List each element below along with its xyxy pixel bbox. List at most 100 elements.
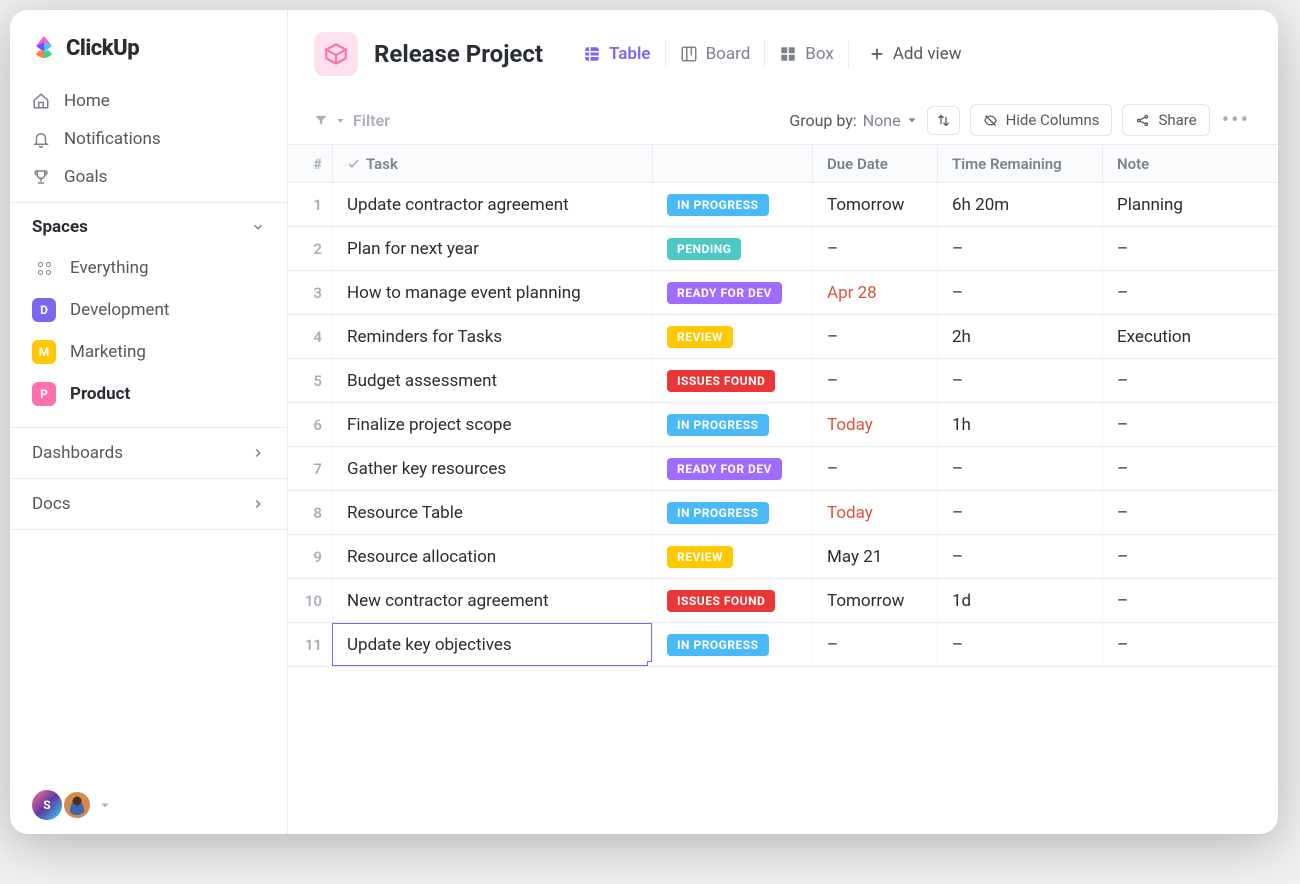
group-by-value: None	[863, 111, 901, 130]
task-name-cell[interactable]: Reminders for Tasks	[332, 315, 652, 358]
col-status[interactable]	[652, 145, 812, 182]
space-development[interactable]: D Development	[10, 289, 287, 331]
note-cell[interactable]: –	[1102, 623, 1278, 666]
tab-table-label: Table	[609, 44, 651, 64]
hide-columns-button[interactable]: Hide Columns	[970, 104, 1113, 136]
status-cell[interactable]: IN PROGRESS	[652, 623, 812, 666]
task-name-cell[interactable]: Budget assessment	[332, 359, 652, 402]
due-date-cell[interactable]: –	[812, 359, 937, 402]
spaces-header[interactable]: Spaces	[10, 202, 287, 247]
task-name-cell[interactable]: Gather key resources	[332, 447, 652, 490]
note-cell[interactable]: –	[1102, 447, 1278, 490]
filter-button[interactable]: Filter	[314, 111, 390, 130]
sort-button[interactable]	[927, 106, 960, 135]
due-date-cell[interactable]: –	[812, 447, 937, 490]
table-row[interactable]: 5Budget assessmentISSUES FOUND–––	[288, 359, 1278, 403]
table-row[interactable]: 4Reminders for TasksREVIEW–2hExecution	[288, 315, 1278, 359]
time-remaining-cell[interactable]: –	[937, 491, 1102, 534]
space-everything[interactable]: Everything	[10, 247, 287, 289]
project-icon[interactable]	[314, 32, 358, 76]
due-date-cell[interactable]: Tomorrow	[812, 183, 937, 226]
space-everything-label: Everything	[70, 258, 149, 278]
nav-dashboards[interactable]: Dashboards	[10, 427, 287, 478]
task-name-cell[interactable]: How to manage event planning	[332, 271, 652, 314]
task-name-cell[interactable]: Plan for next year	[332, 227, 652, 270]
status-cell[interactable]: READY FOR DEV	[652, 447, 812, 490]
status-cell[interactable]: REVIEW	[652, 535, 812, 578]
note-cell[interactable]: –	[1102, 535, 1278, 578]
due-date-cell[interactable]: Tomorrow	[812, 579, 937, 622]
logo[interactable]: ClickUp	[10, 10, 287, 76]
note-cell[interactable]: –	[1102, 491, 1278, 534]
table-row[interactable]: 6Finalize project scopeIN PROGRESSToday1…	[288, 403, 1278, 447]
space-marketing[interactable]: M Marketing	[10, 331, 287, 373]
time-remaining-cell[interactable]: –	[937, 271, 1102, 314]
task-name-cell[interactable]: Update contractor agreement	[332, 183, 652, 226]
table-row[interactable]: 3How to manage event planningREADY FOR D…	[288, 271, 1278, 315]
time-remaining-cell[interactable]: 2h	[937, 315, 1102, 358]
space-product[interactable]: P Product	[10, 373, 287, 415]
task-name-cell[interactable]: Update key objectives	[332, 623, 652, 666]
status-cell[interactable]: ISSUES FOUND	[652, 359, 812, 402]
time-remaining-cell[interactable]: –	[937, 447, 1102, 490]
status-cell[interactable]: PENDING	[652, 227, 812, 270]
status-cell[interactable]: ISSUES FOUND	[652, 579, 812, 622]
col-task[interactable]: Task	[332, 145, 652, 182]
note-cell[interactable]: –	[1102, 271, 1278, 314]
note-cell[interactable]: –	[1102, 579, 1278, 622]
sidebar: ClickUp Home Notifications Goals Spaces …	[10, 10, 288, 834]
due-date-cell[interactable]: –	[812, 315, 937, 358]
status-cell[interactable]: REVIEW	[652, 315, 812, 358]
time-remaining-cell[interactable]: –	[937, 359, 1102, 402]
col-time[interactable]: Time Remaining	[937, 145, 1102, 182]
status-cell[interactable]: IN PROGRESS	[652, 403, 812, 446]
due-date-cell[interactable]: Today	[812, 403, 937, 446]
note-cell[interactable]: –	[1102, 403, 1278, 446]
time-remaining-cell[interactable]: 6h 20m	[937, 183, 1102, 226]
table-row[interactable]: 8Resource TableIN PROGRESSToday––	[288, 491, 1278, 535]
col-due[interactable]: Due Date	[812, 145, 937, 182]
status-cell[interactable]: IN PROGRESS	[652, 491, 812, 534]
tab-table[interactable]: Table	[569, 40, 665, 68]
add-view-button[interactable]: Add view	[869, 44, 962, 64]
share-button[interactable]: Share	[1122, 104, 1209, 136]
note-cell[interactable]: Planning	[1102, 183, 1278, 226]
nav-goals[interactable]: Goals	[22, 158, 275, 196]
note-cell[interactable]: –	[1102, 359, 1278, 402]
user-switcher[interactable]: S	[10, 776, 287, 834]
table-row[interactable]: 1Update contractor agreementIN PROGRESST…	[288, 183, 1278, 227]
due-date-cell[interactable]: May 21	[812, 535, 937, 578]
nav-notifications[interactable]: Notifications	[22, 120, 275, 158]
time-remaining-cell[interactable]: –	[937, 535, 1102, 578]
status-cell[interactable]: IN PROGRESS	[652, 183, 812, 226]
col-num[interactable]: #	[288, 145, 332, 182]
more-menu-button[interactable]: •••	[1220, 108, 1252, 133]
due-date-cell[interactable]: –	[812, 227, 937, 270]
note-cell[interactable]: –	[1102, 227, 1278, 270]
note-cell[interactable]: Execution	[1102, 315, 1278, 358]
group-by-selector[interactable]: Group by: None	[789, 111, 916, 130]
task-name-cell[interactable]: Finalize project scope	[332, 403, 652, 446]
col-note[interactable]: Note	[1102, 145, 1278, 182]
due-date-cell[interactable]: –	[812, 623, 937, 666]
task-name-cell[interactable]: Resource allocation	[332, 535, 652, 578]
due-date-cell[interactable]: Apr 28	[812, 271, 937, 314]
table-row[interactable]: 7Gather key resourcesREADY FOR DEV–––	[288, 447, 1278, 491]
table-row[interactable]: 11Update key objectivesIN PROGRESS–––	[288, 623, 1278, 667]
time-remaining-cell[interactable]: 1h	[937, 403, 1102, 446]
table-row[interactable]: 9Resource allocationREVIEWMay 21––	[288, 535, 1278, 579]
table-row[interactable]: 2Plan for next yearPENDING–––	[288, 227, 1278, 271]
due-date-cell[interactable]: Today	[812, 491, 937, 534]
status-cell[interactable]: READY FOR DEV	[652, 271, 812, 314]
nav-home[interactable]: Home	[22, 82, 275, 120]
time-remaining-cell[interactable]: –	[937, 227, 1102, 270]
nav-docs[interactable]: Docs	[10, 478, 287, 530]
task-name-cell[interactable]: New contractor agreement	[332, 579, 652, 622]
time-remaining-cell[interactable]: 1d	[937, 579, 1102, 622]
task-name-cell[interactable]: Resource Table	[332, 491, 652, 534]
table-row[interactable]: 10New contractor agreementISSUES FOUNDTo…	[288, 579, 1278, 623]
tab-board[interactable]: Board	[665, 40, 765, 68]
tab-box[interactable]: Box	[764, 40, 848, 68]
time-remaining-cell[interactable]: –	[937, 623, 1102, 666]
table-body: 1Update contractor agreementIN PROGRESST…	[288, 183, 1278, 667]
